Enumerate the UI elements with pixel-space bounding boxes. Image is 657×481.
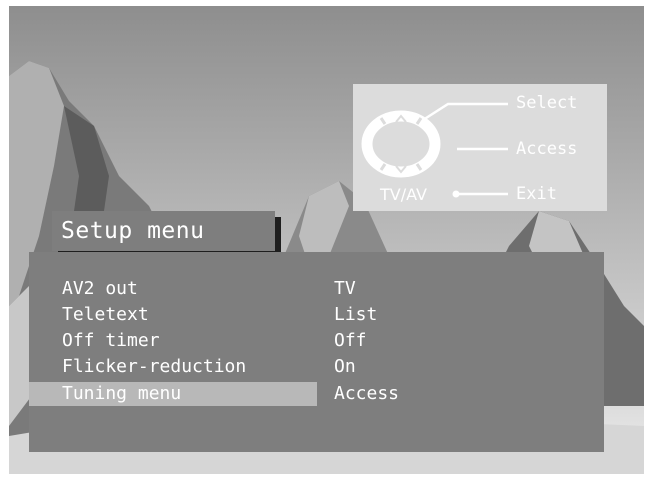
help-select-label: Select (516, 93, 578, 113)
menu-item-value: Access (334, 383, 400, 404)
menu-item-value: Off (334, 330, 367, 351)
menu-row-flicker-reduction[interactable]: Flicker-reduction On (29, 355, 604, 379)
menu-item-label: Tuning menu (62, 383, 182, 404)
menu-row-teletext[interactable]: Teletext List (29, 303, 604, 327)
menu-item-label: Teletext (62, 304, 149, 325)
setup-menu-title: Setup menu (61, 218, 205, 244)
menu-row-av2-out[interactable]: AV2 out TV (29, 277, 604, 301)
menu-item-value: TV (334, 278, 356, 299)
menu-item-label: Flicker-reduction (62, 356, 247, 377)
plus-icon (443, 144, 453, 154)
help-exit-label: Exit (516, 184, 557, 204)
remote-help-panel: Select Access Exit TV/AV (353, 84, 607, 211)
menu-item-label: AV2 out (62, 278, 138, 299)
menu-item-value: List (334, 304, 378, 325)
menu-row-tuning-menu[interactable]: Tuning menu Access (29, 382, 604, 406)
help-access-label: Access (516, 139, 578, 159)
setup-menu-list: AV2 out TV Teletext List Off timer Off F… (29, 252, 604, 452)
help-tvav-label: TV/AV (380, 185, 427, 204)
menu-row-off-timer[interactable]: Off timer Off (29, 329, 604, 353)
menu-item-label: Off timer (62, 330, 160, 351)
setup-menu-title-box: Setup menu (52, 211, 275, 251)
menu-item-value: On (334, 356, 356, 377)
